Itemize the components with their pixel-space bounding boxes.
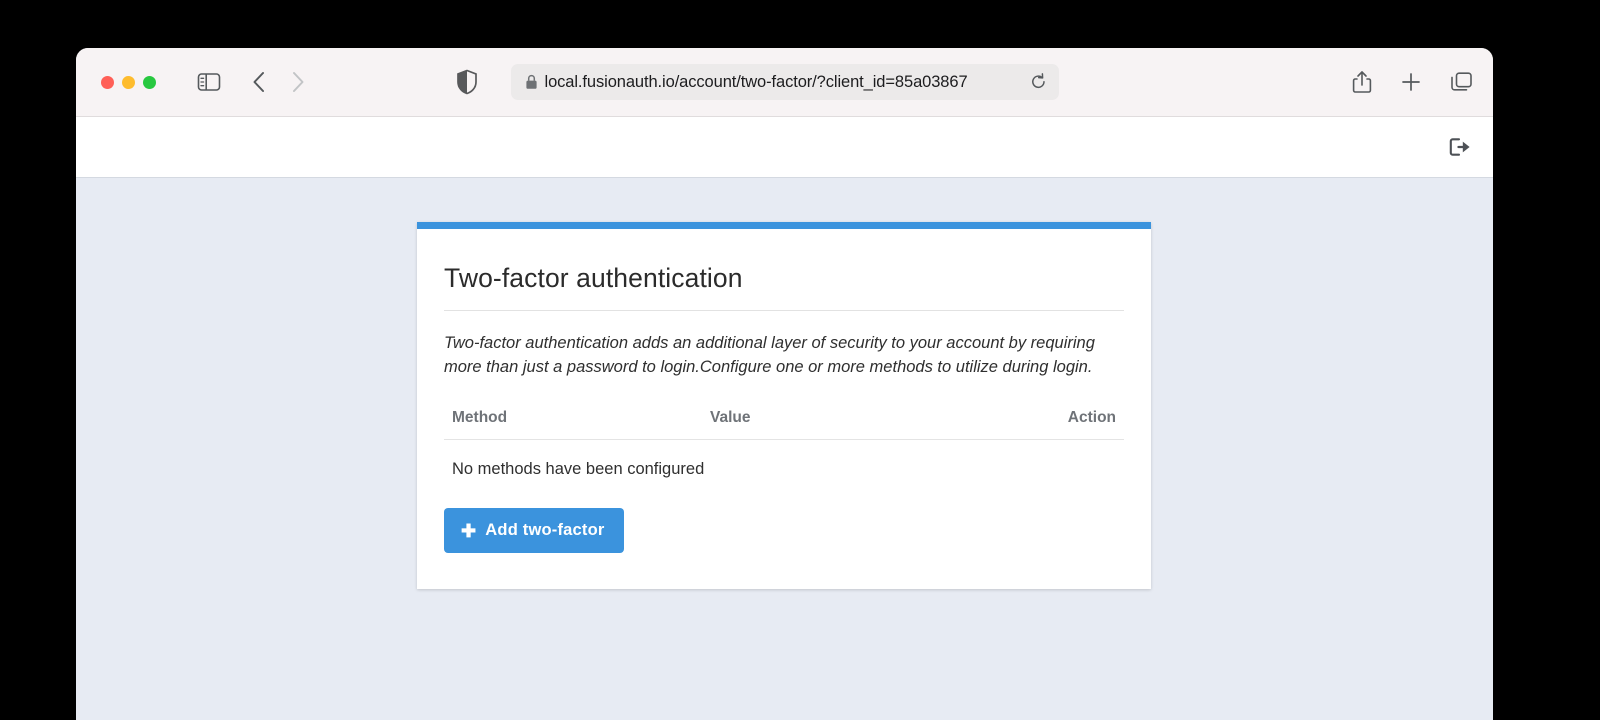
column-header-action: Action <box>988 409 1124 440</box>
browser-window: local.fusionauth.io/account/two-factor/?… <box>76 48 1493 720</box>
page-title: Two-factor authentication <box>444 263 1124 311</box>
forward-button-icon[interactable] <box>290 70 306 94</box>
plus-icon: ✚ <box>461 520 477 541</box>
zoom-window-button[interactable] <box>143 75 156 89</box>
browser-toolbar: local.fusionauth.io/account/two-factor/?… <box>76 48 1493 117</box>
back-button-icon[interactable] <box>251 70 267 94</box>
table-row: No methods have been configured <box>444 440 1124 486</box>
close-window-button[interactable] <box>101 75 114 89</box>
column-header-method: Method <box>444 409 702 440</box>
page-body: Two-factor authentication Two-factor aut… <box>76 178 1493 720</box>
toolbar-right-actions <box>1352 48 1473 116</box>
reload-icon[interactable] <box>1030 73 1047 91</box>
column-header-value: Value <box>702 409 988 440</box>
two-factor-card: Two-factor authentication Two-factor aut… <box>417 222 1151 589</box>
logout-icon[interactable] <box>1448 136 1471 158</box>
empty-state-message: No methods have been configured <box>452 460 705 478</box>
methods-table: Method Value Action No methods have been… <box>444 409 1124 485</box>
lock-icon <box>525 74 538 90</box>
new-tab-icon[interactable] <box>1400 71 1422 93</box>
add-two-factor-label: Add two-factor <box>485 521 605 539</box>
table-header-row: Method Value Action <box>444 409 1124 440</box>
minimize-window-button[interactable] <box>122 75 135 89</box>
shield-icon[interactable] <box>456 69 478 95</box>
window-controls <box>101 75 156 89</box>
page-header <box>76 117 1493 178</box>
tab-overview-icon[interactable] <box>1450 71 1473 93</box>
card-description: Two-factor authentication adds an additi… <box>444 334 1095 376</box>
screen: local.fusionauth.io/account/two-factor/?… <box>0 0 1600 720</box>
url-bar-zone: local.fusionauth.io/account/two-factor/?… <box>76 48 1493 116</box>
share-icon[interactable] <box>1352 70 1372 94</box>
sidebar-toggle-icon[interactable] <box>197 72 221 92</box>
add-two-factor-button[interactable]: ✚ Add two-factor <box>444 508 624 553</box>
address-bar[interactable]: local.fusionauth.io/account/two-factor/?… <box>510 64 1059 100</box>
url-text: local.fusionauth.io/account/two-factor/?… <box>544 72 968 91</box>
